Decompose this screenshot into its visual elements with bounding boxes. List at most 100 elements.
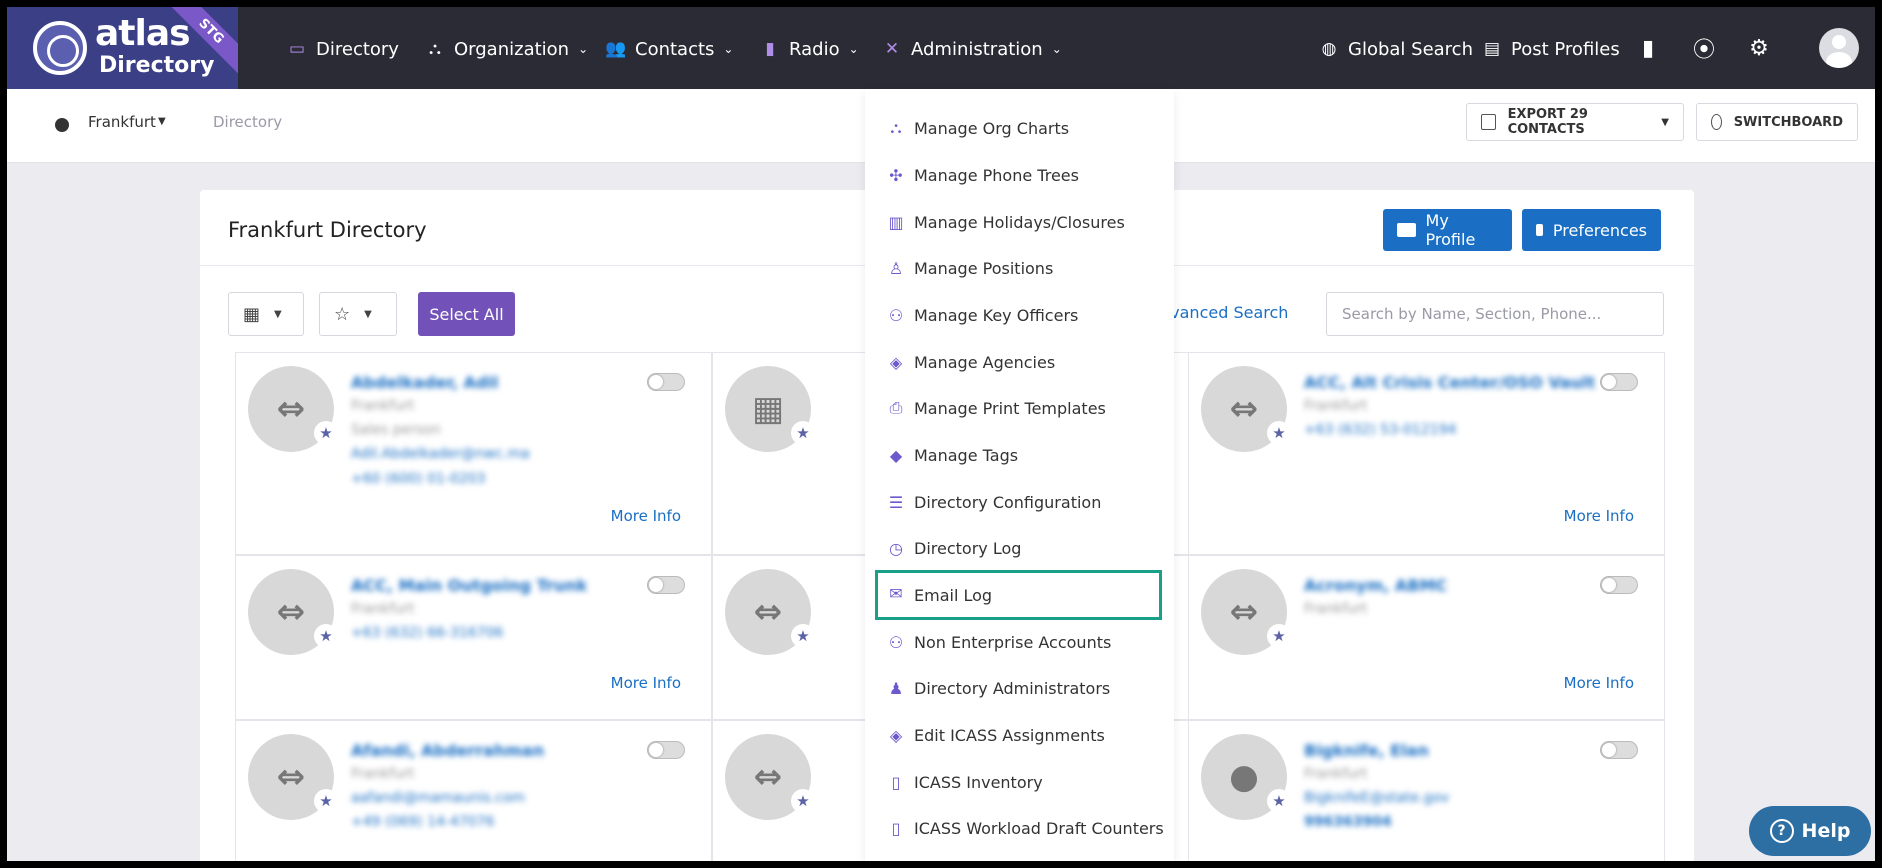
more-info-link[interactable]: More Info [1564,507,1634,525]
user-avatar[interactable] [1819,28,1859,68]
contact-card[interactable]: ⇔ ★ Afandi, Abderrahman Frankfurt aafand… [235,720,712,861]
menu-item-manage-agencies[interactable]: ◈ Manage Agencies [865,339,1174,386]
menu-item-label: Directory Administrators [914,679,1111,698]
chevron-down-icon[interactable]: ▼ [158,116,166,127]
breadcrumb-directory[interactable]: Directory [213,113,282,131]
nav-radio[interactable]: ▮ Radio ⌄ [759,34,859,64]
post-profiles-button[interactable]: ▤ Post Profiles [1481,34,1620,64]
star-icon[interactable]: ★ [1267,421,1291,445]
star-icon[interactable]: ★ [791,421,815,445]
contact-location: Frankfurt [1304,398,1368,414]
menu-item-directory-configuration[interactable]: ☰ Directory Configuration [865,479,1174,526]
select-toggle[interactable] [1600,576,1638,594]
logo-text-sub: Directory [99,53,215,78]
star-icon[interactable]: ★ [314,789,338,813]
broadcast-icon[interactable]: ⦿ [1689,33,1719,63]
star-icon[interactable]: ★ [791,624,815,648]
more-info-link[interactable]: More Info [611,507,681,525]
advanced-search-link[interactable]: dvanced Search [1160,303,1288,322]
contact-card[interactable]: ⇔ ★ ACC, Alt Crisis Center/OSO Vault Fra… [1188,352,1665,555]
app-window: atlas Directory STG ▭ Directory ⛬ Organi… [7,7,1875,861]
contact-phone[interactable]: +63 (632) 53-012194 [1304,422,1456,438]
select-toggle[interactable] [647,576,685,594]
menu-item-manage-tags[interactable]: ◆ Manage Tags [865,432,1174,479]
contact-phone[interactable]: +49 (069) 14-47076 [351,814,495,830]
menu-item-label: ICASS Workload Draft Counters [914,819,1164,838]
menu-item-label: Manage Holidays/Closures [914,213,1125,232]
menu-item-non-enterprise-accounts[interactable]: ⚇ Non Enterprise Accounts [865,619,1174,666]
contact-name[interactable]: Bigknife, Elan [1304,741,1429,760]
star-icon[interactable]: ★ [1267,789,1291,813]
radio-handset-icon[interactable]: ▮ [1633,33,1663,63]
preferences-button[interactable]: Preferences [1522,209,1661,251]
menu-item-icass-inventory[interactable]: ▯ ICASS Inventory [865,759,1174,806]
contact-email[interactable]: Adil.Abdelkader@nwc.ma [351,446,530,462]
contact-phone[interactable]: +63 (632) 66-316706 [351,625,503,641]
menu-item-directory-administrators[interactable]: ♟ Directory Administrators [865,665,1174,712]
users-icon: ⚇ [888,632,904,652]
star-icon[interactable]: ★ [314,421,338,445]
menu-item-manage-org-charts[interactable]: ⛬ Manage Org Charts [865,105,1174,152]
select-toggle[interactable] [647,741,685,759]
contact-phone[interactable]: +60 (600) 01-0203 [351,471,486,487]
select-toggle[interactable] [1600,373,1638,391]
star-icon[interactable]: ★ [1267,624,1291,648]
sliders-icon [1536,224,1543,236]
select-toggle[interactable] [1600,741,1638,759]
contact-card[interactable]: ⇔ ★ Acronym, ABMC Frankfurt More Info [1188,555,1665,720]
nav-administration-label: Administration [911,38,1043,60]
select-toggle[interactable] [647,373,685,391]
user-shield-icon: ♟ [888,678,904,698]
menu-item-email-log[interactable]: ✉ Email Log [875,570,1162,620]
select-all-button[interactable]: Select All [418,292,515,336]
contact-card[interactable]: ⇔ ★ ACC, Main Outgoing Trunk Frankfurt +… [235,555,712,720]
location-selector[interactable]: Frankfurt [88,113,156,131]
contact-card[interactable]: ● ★ Bigknife, Elan Frankfurt BigknifeE@s… [1188,720,1665,861]
view-mode-select[interactable]: ▦ ▼ [228,292,304,336]
menu-item-edit-icass-assignments[interactable]: ◈ Edit ICASS Assignments [865,712,1174,759]
star-icon[interactable]: ★ [791,789,815,813]
contact-email[interactable]: aafandi@mamaunis.com [351,790,525,806]
nav-organization[interactable]: ⛬ Organization ⌄ [424,34,588,64]
favorites-filter-select[interactable]: ☆ ▼ [319,292,397,336]
help-button[interactable]: ? Help [1749,806,1871,856]
menu-item-label: Directory Log [914,539,1022,558]
global-search-label: Global Search [1348,38,1473,60]
id-card-icon [1397,223,1416,237]
nav-contacts-label: Contacts [635,38,715,60]
grid-view-icon: ▦ [243,303,261,325]
contact-email[interactable]: BigknifeE@state.gov [1304,790,1449,806]
menu-item-manage-print-templates[interactable]: ⎙ Manage Print Templates [865,385,1174,432]
nav-directory[interactable]: ▭ Directory [286,34,399,64]
menu-item-manage-phone-trees[interactable]: ✣ Manage Phone Trees [865,152,1174,199]
search-input[interactable] [1326,292,1664,336]
more-info-link[interactable]: More Info [611,674,681,692]
menu-item-icass-workload-draft-counters[interactable]: ▯ ICASS Workload Draft Counters [865,805,1174,852]
chevron-down-icon: ⌄ [848,42,859,56]
contact-card[interactable]: ⇔ ★ Abdelkader, Adil Frankfurt Sales per… [235,352,712,555]
contact-name[interactable]: Acronym, ABMC [1304,576,1447,595]
export-contacts-button[interactable]: EXPORT 29 CONTACTS ▼ [1466,103,1684,141]
star-icon[interactable]: ★ [314,624,338,648]
menu-item-manage-key-officers[interactable]: ⚇ Manage Key Officers [865,292,1174,339]
menu-item-manage-positions[interactable]: ♙ Manage Positions [865,245,1174,292]
contact-phone[interactable]: 996363904 [1304,814,1392,830]
radio-icon: ▮ [765,39,775,59]
switchboard-button[interactable]: SWITCHBOARD [1696,103,1858,141]
layers-icon: ◈ [889,725,903,745]
my-profile-button[interactable]: My Profile [1383,209,1512,251]
menu-item-directory-log[interactable]: ◷ Directory Log [865,525,1174,572]
atlas-logo[interactable]: atlas Directory STG [7,7,238,89]
contact-name[interactable]: ACC, Alt Crisis Center/OSO Vault [1304,373,1595,392]
nav-radio-label: Radio [789,38,840,60]
menu-item-label: Edit ICASS Assignments [914,726,1105,745]
global-search-button[interactable]: ◍ Global Search [1318,34,1473,64]
contact-name[interactable]: ACC, Main Outgoing Trunk [351,576,587,595]
more-info-link[interactable]: More Info [1564,674,1634,692]
contact-name[interactable]: Afandi, Abderrahman [351,741,544,760]
nav-contacts[interactable]: 👥 Contacts ⌄ [605,34,733,64]
nav-administration[interactable]: ✕ Administration ⌄ [881,34,1062,64]
contact-name[interactable]: Abdelkader, Adil [351,373,498,392]
menu-item-manage-holidays[interactable]: ▥ Manage Holidays/Closures [865,199,1174,246]
gears-icon[interactable]: ⚙ [1744,33,1774,63]
